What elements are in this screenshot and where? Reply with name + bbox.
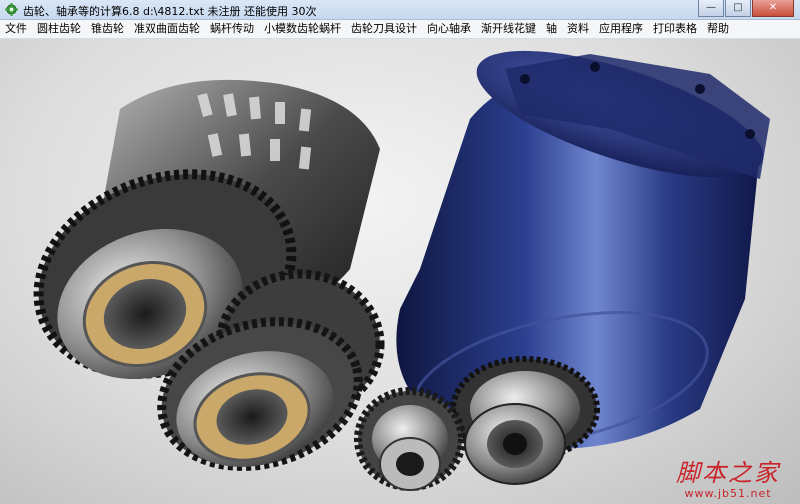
menu-hypoid-gear[interactable]: 准双曲面齿轮 [129, 20, 205, 38]
gearbox-render-image [33, 50, 770, 491]
menu-radial-bearing[interactable]: 向心轴承 [422, 20, 476, 38]
menu-worm-drive[interactable]: 蜗杆传动 [205, 20, 259, 38]
close-button[interactable]: ✕ [752, 0, 794, 17]
watermark-url: www.jb51.net [684, 487, 772, 500]
app-window: 齿轮、轴承等的计算6.8 d:\4812.txt 未注册 还能使用 30次 — … [0, 0, 800, 504]
maximize-button[interactable]: □ [725, 0, 751, 17]
window-title: 齿轮、轴承等的计算6.8 d:\4812.txt 未注册 还能使用 30次 [23, 5, 317, 18]
title-bar[interactable]: 齿轮、轴承等的计算6.8 d:\4812.txt 未注册 还能使用 30次 — … [0, 0, 800, 20]
menu-shaft[interactable]: 轴 [541, 20, 562, 38]
motor-output-gear [450, 356, 600, 485]
menu-references[interactable]: 资料 [562, 20, 594, 38]
menu-bar: 文件 圆柱齿轮 锥齿轮 准双曲面齿轮 蜗杆传动 小模数齿轮蜗杆 齿轮刀具设计 向… [0, 20, 800, 39]
menu-gear-cutter[interactable]: 齿轮刀具设计 [346, 20, 422, 38]
minimize-icon: — [706, 2, 716, 13]
menu-help[interactable]: 帮助 [702, 20, 734, 38]
menu-spur-gear[interactable]: 圆柱齿轮 [32, 20, 86, 38]
minimize-button[interactable]: — [698, 0, 724, 17]
caption-buttons: — □ ✕ [697, 0, 794, 18]
menu-applications[interactable]: 应用程序 [594, 20, 648, 38]
small-front-gear [354, 387, 466, 491]
close-icon: ✕ [768, 2, 778, 13]
menu-bevel-gear[interactable]: 锥齿轮 [86, 20, 129, 38]
splash-viewport: 脚本之家 www.jb51.net [0, 39, 800, 504]
watermark: 脚本之家 www.jb51.net [676, 459, 780, 500]
menu-involute-spline[interactable]: 渐开线花键 [476, 20, 541, 38]
menu-small-module-gear[interactable]: 小模数齿轮蜗杆 [259, 20, 346, 38]
watermark-text: 脚本之家 [676, 459, 780, 487]
menu-file[interactable]: 文件 [0, 20, 32, 38]
maximize-icon: □ [733, 2, 743, 13]
menu-print-tables[interactable]: 打印表格 [648, 20, 702, 38]
gear-app-icon [5, 3, 18, 16]
